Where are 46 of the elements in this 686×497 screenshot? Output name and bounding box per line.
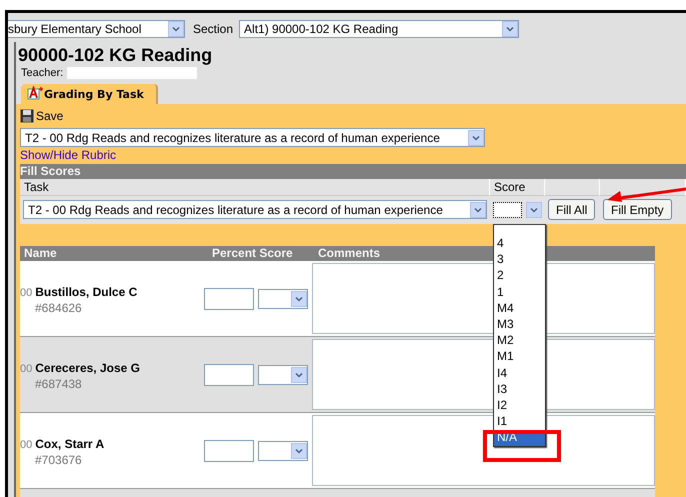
- column-header: Score: [490, 179, 545, 196]
- dropdown-option[interactable]: I3: [494, 382, 545, 398]
- dropdown-option[interactable]: M1: [494, 349, 545, 366]
- dropdown-option[interactable]: I2: [494, 398, 545, 414]
- rubric-link[interactable]: Show/Hide Rubric: [20, 148, 116, 162]
- student-id: #684626: [35, 301, 83, 315]
- task-select[interactable]: T2 - 00 Rdg Reads and recognizes literature as a record of human experience: [23, 200, 487, 219]
- dropdown-option[interactable]: 3: [494, 252, 545, 268]
- dropdown-option[interactable]: I1: [494, 414, 545, 430]
- comments-field[interactable]: [312, 415, 655, 486]
- school-select[interactable]: sbury Elementary School: [8, 20, 185, 38]
- save-icon: [20, 109, 34, 123]
- save-button[interactable]: Save: [20, 107, 686, 125]
- student-id: #687438: [35, 377, 83, 391]
- row-prefix: 00: [20, 363, 32, 375]
- student-name: Cox, Starr A: [35, 437, 104, 451]
- section-select[interactable]: Alt1) 90000-102 KG Reading: [239, 20, 520, 38]
- tab[interactable]: Grading By Task: [21, 84, 158, 104]
- section-label: Section: [192, 22, 234, 36]
- dropdown-option[interactable]: M3: [494, 316, 545, 334]
- student-id: #703676: [35, 453, 83, 467]
- percent-input[interactable]: [204, 440, 254, 462]
- column-header: Comments: [318, 246, 380, 261]
- dropdown-option[interactable]: 2: [494, 268, 545, 285]
- dropdown-option[interactable]: 1: [494, 284, 545, 301]
- dropdown-option[interactable]: I4: [494, 366, 545, 382]
- row-prefix: 00: [20, 287, 32, 299]
- percent-input[interactable]: [204, 288, 254, 310]
- row-prefix: 00: [20, 439, 32, 451]
- column-header: Percent Score: [212, 246, 294, 261]
- dropdown-option[interactable]: M2: [494, 333, 545, 350]
- teacher-label: Teacher:: [21, 67, 64, 79]
- fill-all-button[interactable]: Fill All: [548, 199, 596, 220]
- column-header: Task: [20, 179, 490, 196]
- task-select[interactable]: T2 - 00 Rdg Reads and recognizes literature as a record of human experience: [20, 128, 485, 147]
- student-name: Bustillos, Dulce C: [35, 285, 138, 299]
- student-name: Cereceres, Jose G: [35, 361, 140, 375]
- dropdown-option[interactable]: 4: [494, 236, 545, 252]
- column-header: Name: [23, 246, 58, 261]
- grade-icon: [27, 86, 43, 102]
- fill-empty-button[interactable]: Fill Empty: [603, 199, 672, 220]
- dropdown-option[interactable]: M4: [494, 300, 545, 317]
- section-header: Fill Scores: [20, 164, 686, 179]
- page-title: 90000-102 KG Reading: [17, 44, 214, 66]
- score-select[interactable]: [493, 200, 542, 218]
- percent-input[interactable]: [204, 364, 254, 386]
